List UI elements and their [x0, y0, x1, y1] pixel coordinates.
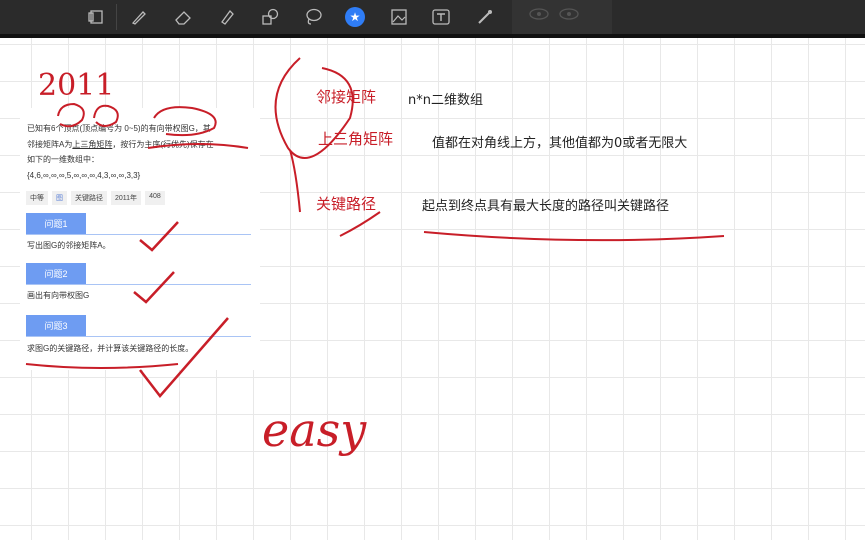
tab-question-1[interactable]: 问题1	[26, 213, 251, 235]
question-1-desc: 写出图G的邻接矩阵A。	[27, 241, 111, 250]
eraser-icon[interactable]	[170, 4, 196, 30]
tab-question-2[interactable]: 问题2	[26, 263, 251, 285]
question-2-desc: 画出有向带权图G	[27, 291, 90, 300]
highlighter-icon[interactable]	[214, 4, 240, 30]
def-critical-path: 起点到终点具有最大长度的路径叫关键路径	[422, 199, 670, 214]
term-adjacency-matrix: 邻接矩阵	[316, 88, 377, 106]
pen-icon[interactable]	[126, 4, 152, 30]
term-critical-path: 关键路径	[316, 195, 377, 213]
tag[interactable]: 中等	[26, 191, 48, 205]
question-3-desc: 求图G的关键路径，并计算该关键路径的长度。	[27, 344, 194, 353]
tab-question-3[interactable]: 问题3	[26, 315, 251, 337]
tag[interactable]: 关键路径	[71, 191, 107, 205]
tab-label: 问题1	[26, 213, 86, 234]
tag[interactable]: 2011年	[111, 191, 142, 205]
text-icon[interactable]	[428, 4, 454, 30]
tag[interactable]: 408	[145, 191, 165, 205]
tag-list: 中等 图 关键路径 2011年 408	[26, 191, 165, 205]
toolbar-disabled-group	[512, 0, 612, 34]
star-icon[interactable]: ★	[342, 4, 368, 30]
pages-icon[interactable]	[84, 4, 110, 30]
term-upper-triangular: 上三角矩阵	[318, 130, 394, 148]
lasso-icon[interactable]	[300, 4, 326, 30]
tab-label: 问题3	[26, 315, 86, 336]
tab-label: 问题2	[26, 263, 86, 284]
image-icon[interactable]	[386, 4, 412, 30]
question-text: 已知有6个顶点(顶点编号为 0~5)的有向带权图G，其 邻接矩阵A为上三角矩阵，…	[27, 124, 214, 180]
shapes-icon[interactable]	[258, 4, 284, 30]
tag[interactable]: 图	[52, 191, 67, 205]
toolbar: ★	[0, 0, 865, 38]
question-card: 已知有6个顶点(顶点编号为 0~5)的有向带权图G，其 邻接矩阵A为上三角矩阵，…	[20, 108, 260, 370]
laser-icon[interactable]	[472, 4, 498, 30]
def-upper-triangular: 值都在对角线上方，其他值都为0或者无限大	[432, 136, 688, 151]
def-adjacency-matrix: n*n二维数组	[408, 93, 483, 108]
